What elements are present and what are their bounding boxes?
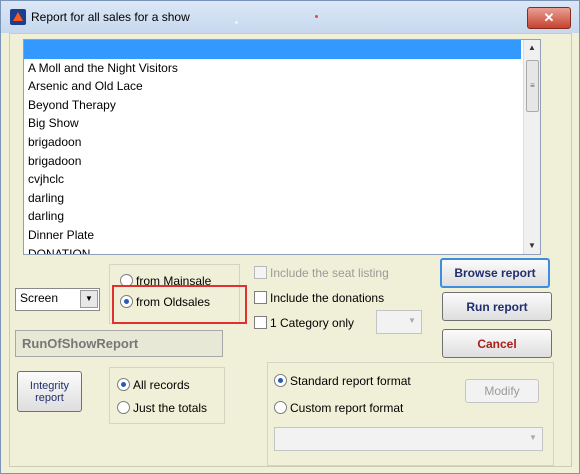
checkbox-donations-box[interactable] xyxy=(254,291,267,304)
scroll-up-arrow-icon[interactable]: ▲ xyxy=(524,40,540,56)
checkbox-category-only-box[interactable] xyxy=(254,316,267,329)
radio-custom-format-dot[interactable] xyxy=(274,401,287,414)
dropdown-arrow-icon[interactable]: ▼ xyxy=(526,430,540,446)
close-icon: ✕ xyxy=(543,10,555,25)
dialog-content: A Moll and the Night Visitors Arsenic an… xyxy=(9,33,572,467)
radio-standard-format[interactable]: Standard report format xyxy=(274,374,411,388)
show-listbox[interactable]: A Moll and the Night Visitors Arsenic an… xyxy=(23,39,541,255)
scroll-thumb[interactable]: ≡ xyxy=(526,60,539,112)
list-item[interactable]: DONATION xyxy=(24,245,521,254)
dropdown-arrow-icon[interactable]: ▼ xyxy=(405,313,419,329)
category-select[interactable]: ▼ xyxy=(376,310,422,334)
list-item[interactable]: A Moll and the Night Visitors xyxy=(24,59,521,78)
report-name-field[interactable]: RunOfShowReport xyxy=(15,330,223,357)
browse-report-label: Browse report xyxy=(454,266,536,280)
cancel-button[interactable]: Cancel xyxy=(442,329,552,358)
title-bar: Report for all sales for a show ✕ xyxy=(1,1,579,33)
dropdown-arrow-icon[interactable]: ▼ xyxy=(80,290,98,308)
checkbox-seat-listing-box[interactable] xyxy=(254,266,267,279)
show-list: A Moll and the Night Visitors Arsenic an… xyxy=(24,40,521,254)
records-group xyxy=(109,367,225,424)
close-button[interactable]: ✕ xyxy=(527,7,571,29)
modify-button[interactable]: Modify xyxy=(465,379,539,403)
list-item[interactable]: Beyond Therapy xyxy=(24,96,521,115)
radio-standard-format-label: Standard report format xyxy=(290,374,411,388)
radio-all-records[interactable]: All records xyxy=(117,378,190,392)
list-item[interactable] xyxy=(24,40,521,59)
checkbox-donations-label: Include the donations xyxy=(270,291,385,305)
radio-just-totals-dot[interactable] xyxy=(117,401,130,414)
output-select-value: Screen xyxy=(20,291,59,305)
titlebar-dot xyxy=(235,21,238,24)
list-item[interactable]: darling xyxy=(24,207,521,226)
radio-just-totals[interactable]: Just the totals xyxy=(117,401,207,415)
checkbox-category-only-label: 1 Category only xyxy=(270,316,355,330)
integrity-report-button[interactable]: Integrity report xyxy=(17,371,82,412)
list-item[interactable]: brigadoon xyxy=(24,152,521,171)
list-item[interactable]: brigadoon xyxy=(24,133,521,152)
highlight-box xyxy=(112,285,247,324)
radio-custom-format-label: Custom report format xyxy=(290,401,404,415)
list-item[interactable]: darling xyxy=(24,189,521,208)
list-item[interactable]: Dinner Plate xyxy=(24,226,521,245)
custom-format-select[interactable]: ▼ xyxy=(274,427,543,451)
radio-custom-format[interactable]: Custom report format xyxy=(274,401,403,415)
report-dialog: Report for all sales for a show ✕ A Moll… xyxy=(0,0,580,474)
checkbox-donations[interactable]: Include the donations xyxy=(254,291,384,305)
app-icon xyxy=(10,9,26,25)
radio-all-records-dot[interactable] xyxy=(117,378,130,391)
list-scrollbar[interactable]: ▲ ≡ ▼ xyxy=(523,40,540,254)
checkbox-seat-listing[interactable]: Include the seat listing xyxy=(254,266,389,280)
run-report-label: Run report xyxy=(466,299,528,314)
checkbox-seat-listing-label: Include the seat listing xyxy=(270,266,389,280)
scroll-down-arrow-icon[interactable]: ▼ xyxy=(524,238,540,254)
report-name-value: RunOfShowReport xyxy=(22,336,139,351)
checkbox-category-only[interactable]: 1 Category only xyxy=(254,316,354,330)
browse-report-button[interactable]: Browse report xyxy=(440,258,550,288)
radio-just-totals-label: Just the totals xyxy=(133,401,208,415)
window-title: Report for all sales for a show xyxy=(31,10,190,24)
integrity-report-label: Integrity report xyxy=(29,379,70,404)
list-item[interactable]: Arsenic and Old Lace xyxy=(24,77,521,96)
radio-standard-format-dot[interactable] xyxy=(274,374,287,387)
titlebar-dot xyxy=(315,15,318,18)
output-select[interactable]: Screen ▼ xyxy=(15,288,100,311)
radio-all-records-label: All records xyxy=(133,378,190,392)
list-item[interactable]: Big Show xyxy=(24,114,521,133)
list-item[interactable]: cvjhclc xyxy=(24,170,521,189)
modify-label: Modify xyxy=(484,384,520,398)
cancel-label: Cancel xyxy=(477,336,517,351)
run-report-button[interactable]: Run report xyxy=(442,292,552,321)
